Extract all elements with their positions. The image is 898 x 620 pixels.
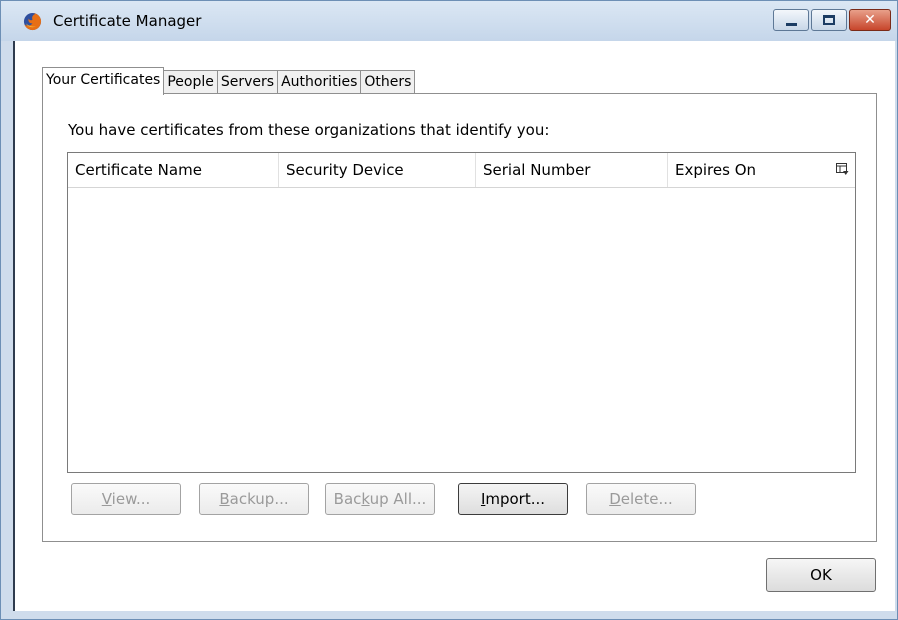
firefox-icon (23, 12, 42, 31)
close-icon: ✕ (864, 12, 876, 28)
tab-authorities[interactable]: Authorities (277, 70, 362, 94)
delete-label-post: elete... (620, 490, 673, 508)
your-certificates-panel: You have certificates from these organiz… (42, 93, 877, 542)
minimize-icon (785, 22, 797, 26)
tab-servers[interactable]: Servers (216, 70, 279, 94)
backup-all-button[interactable]: Backup All... (325, 483, 435, 515)
column-header-expires-on[interactable]: Expires On (668, 153, 823, 187)
view-label-accesskey: V (101, 490, 112, 508)
backup-all-label-pre: Bac (333, 490, 362, 508)
maximize-button[interactable] (811, 9, 847, 31)
column-header-certificate-name[interactable]: Certificate Name (68, 153, 279, 187)
column-header-security-device[interactable]: Security Device (279, 153, 476, 187)
delete-label-accesskey: D (609, 490, 621, 508)
title-bar[interactable]: Certificate Manager ✕ (1, 1, 897, 41)
window-left-border (13, 41, 15, 611)
column-picker-icon[interactable] (836, 163, 849, 176)
dialog-client-area: Your Certificates People Servers Authori… (13, 41, 895, 611)
caption-buttons: ✕ (773, 9, 891, 33)
backup-all-label-post: up All... (369, 490, 427, 508)
view-label-post: iew... (111, 490, 151, 508)
tab-others[interactable]: Others (360, 70, 416, 94)
window-title: Certificate Manager (53, 12, 202, 30)
tab-people[interactable]: People (163, 70, 218, 94)
backup-label-post: ackup... (229, 490, 289, 508)
column-header-serial-number[interactable]: Serial Number (476, 153, 668, 187)
certificate-manager-window: Certificate Manager ✕ Your Certificates … (0, 0, 898, 620)
maximize-icon (823, 15, 835, 25)
import-label-post: mport... (485, 490, 546, 508)
list-header: Certificate Name Security Device Serial … (68, 153, 855, 188)
delete-button[interactable]: Delete... (586, 483, 696, 515)
backup-button[interactable]: Backup... (199, 483, 309, 515)
minimize-button[interactable] (773, 9, 809, 31)
close-button[interactable]: ✕ (849, 9, 891, 31)
import-button[interactable]: Import... (458, 483, 568, 515)
view-button[interactable]: View... (71, 483, 181, 515)
intro-text: You have certificates from these organiz… (68, 121, 550, 139)
certificate-list[interactable]: Certificate Name Security Device Serial … (67, 152, 856, 473)
tab-your-certificates[interactable]: Your Certificates (42, 67, 165, 95)
tab-strip: Your Certificates People Servers Authori… (42, 66, 416, 95)
backup-all-label-accesskey: k (361, 490, 370, 508)
ok-button[interactable]: OK (766, 558, 876, 592)
backup-label-accesskey: B (219, 490, 230, 508)
